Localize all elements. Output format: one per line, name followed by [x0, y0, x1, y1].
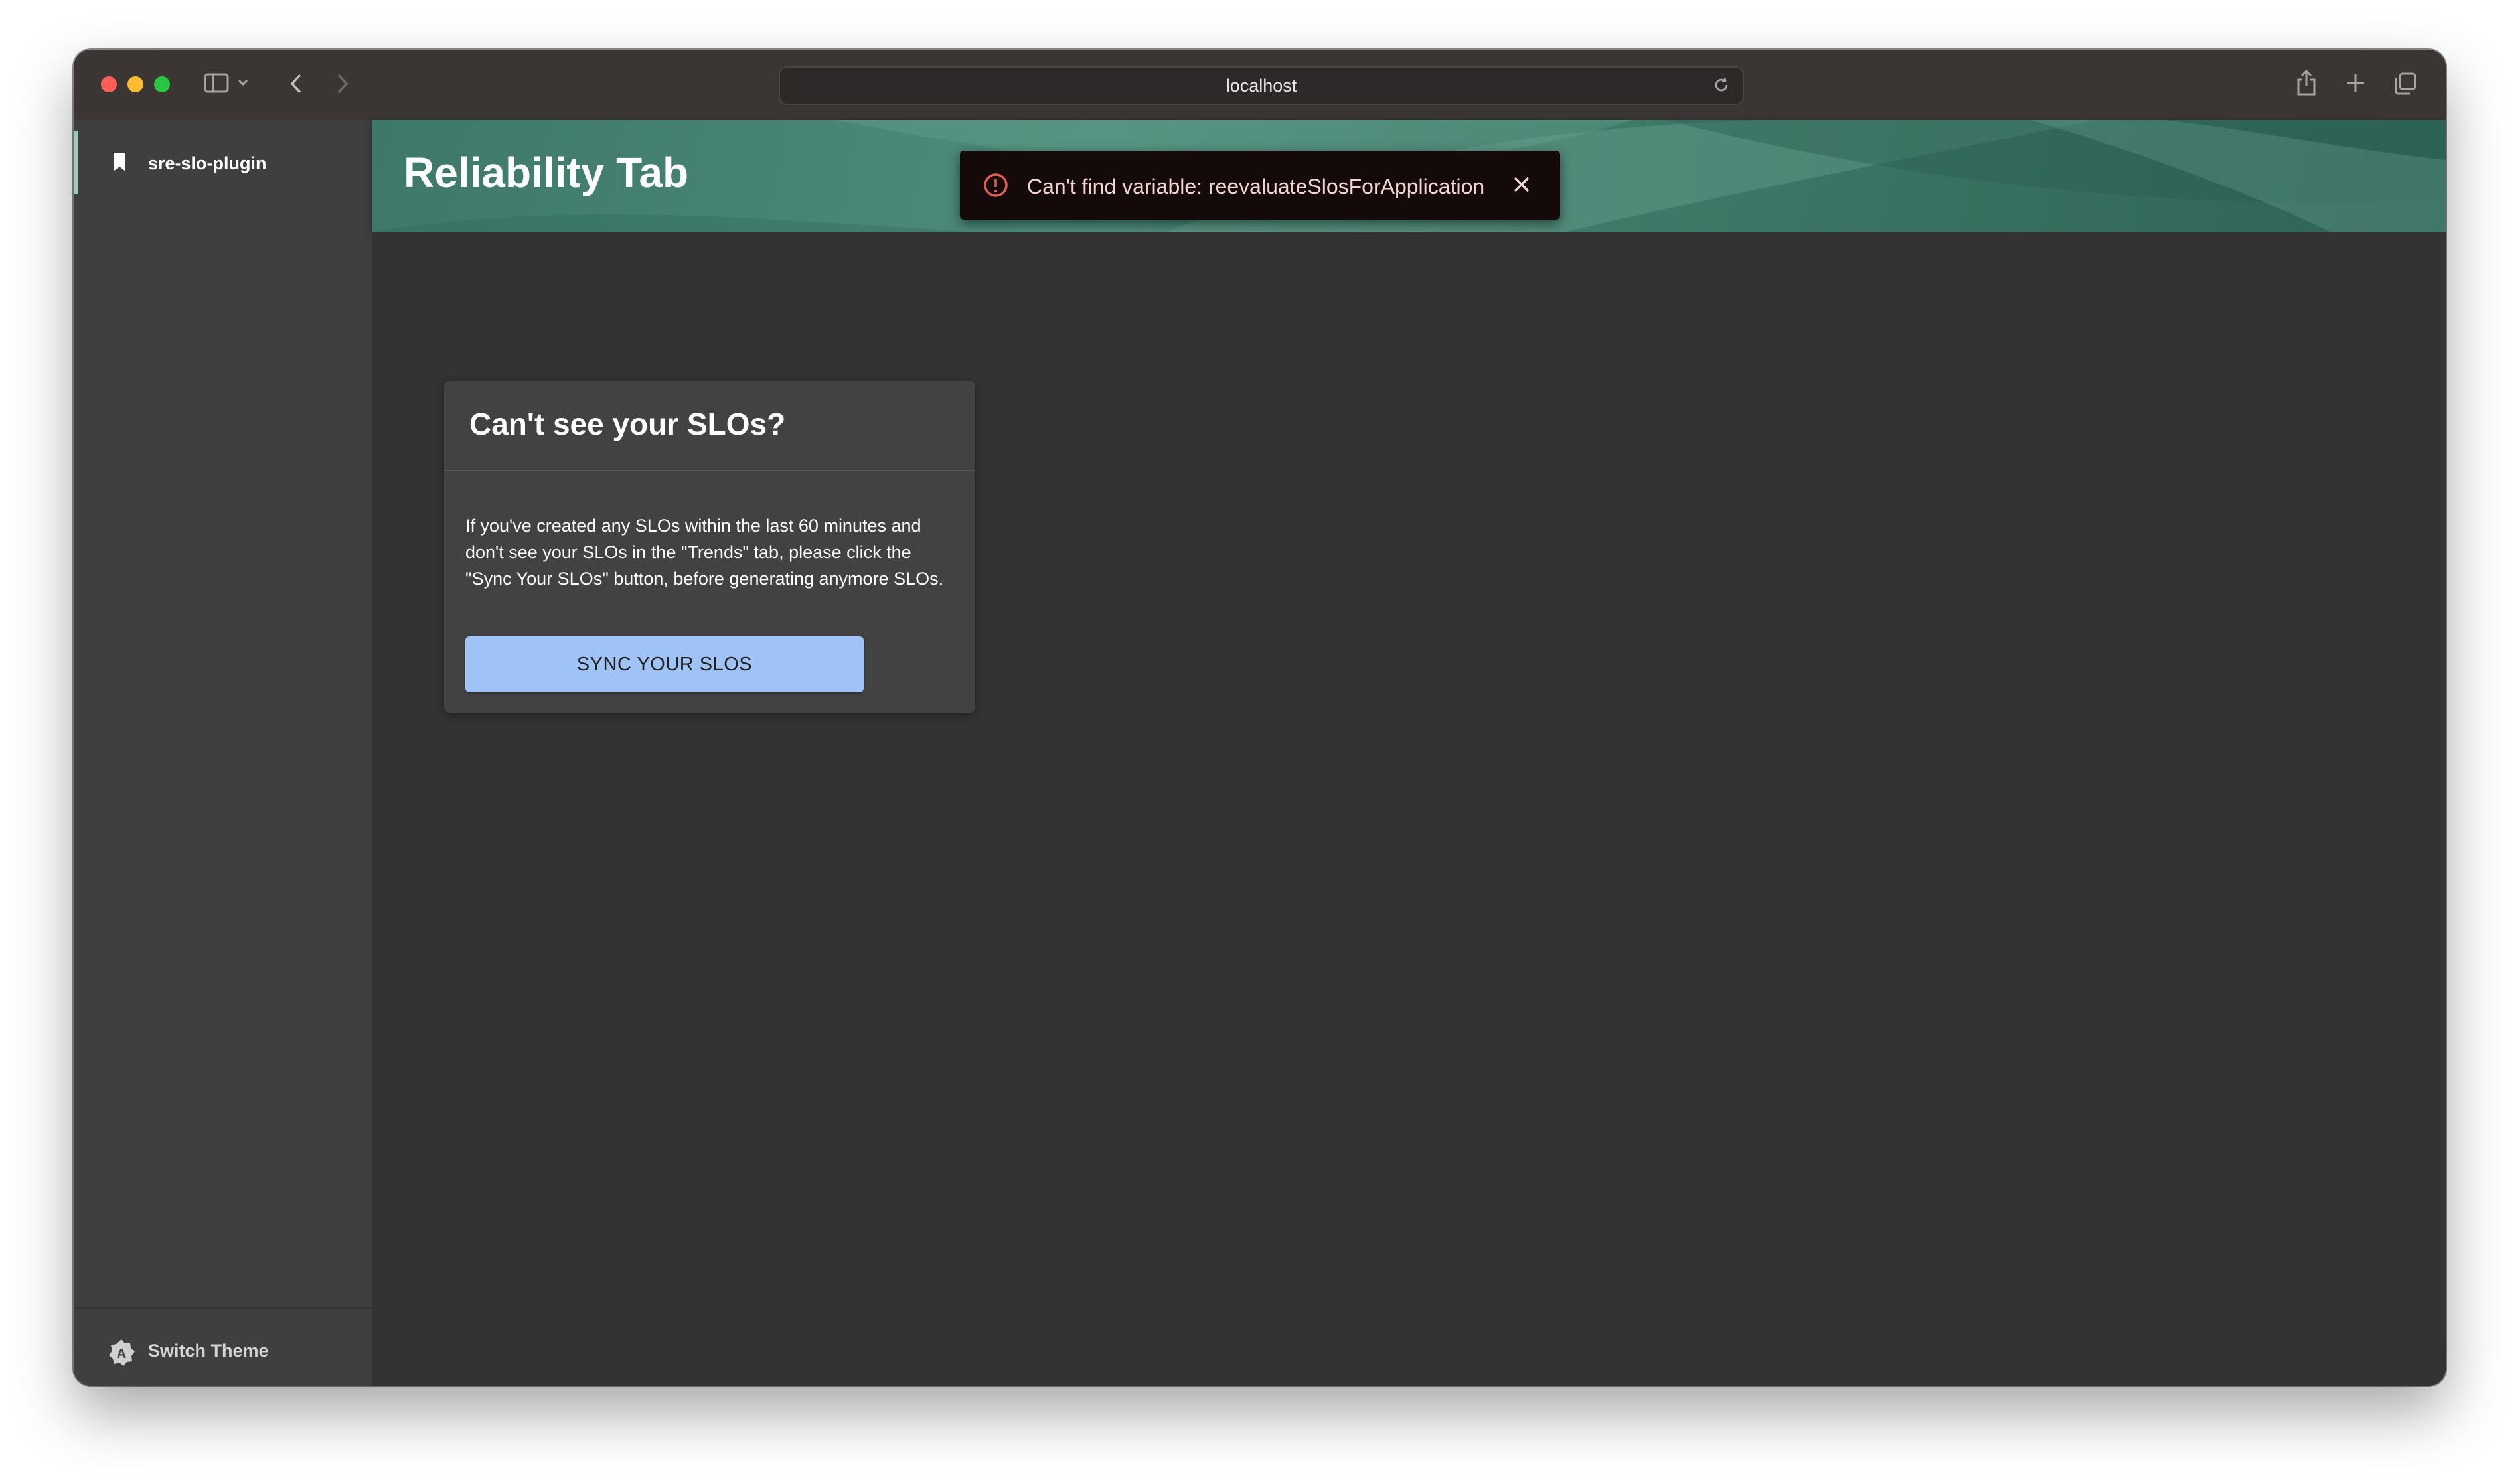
close-icon[interactable] — [1508, 171, 1536, 202]
chevron-down-icon[interactable] — [237, 78, 249, 87]
sidebar-item-sre-slo-plugin[interactable]: sre-slo-plugin — [74, 131, 372, 194]
main-content: Can't see your SLOs? If you've created a… — [372, 232, 2446, 1386]
new-tab-icon[interactable] — [2345, 73, 2365, 93]
close-window-button[interactable] — [101, 76, 117, 92]
toast-message: Can't find variable: reevaluateSlosForAp… — [1027, 175, 1485, 198]
sidebar: sre-slo-plugin A Switch Theme — [74, 120, 372, 1386]
minimize-window-button[interactable] — [127, 76, 143, 92]
sync-slos-card: Can't see your SLOs? If you've created a… — [444, 381, 975, 713]
forward-arrow-icon[interactable] — [335, 72, 350, 95]
sidebar-toggle-icon[interactable] — [204, 72, 229, 94]
share-icon[interactable] — [2296, 68, 2317, 96]
url-text: localhost — [1225, 75, 1297, 96]
address-bar[interactable]: localhost — [779, 66, 1744, 105]
card-title: Can't see your SLOs? — [469, 407, 786, 441]
card-divider — [444, 470, 975, 471]
bookmark-icon — [112, 152, 127, 175]
error-toast: Can't find variable: reevaluateSlosForAp… — [960, 151, 1560, 220]
switch-theme-label: Switch Theme — [148, 1341, 269, 1361]
tab-overview-icon[interactable] — [2393, 72, 2417, 96]
browser-window: localhost sre-slo-plugin A Switch Theme … — [74, 50, 2446, 1386]
svg-text:A: A — [117, 1347, 126, 1361]
sidebar-item-label: sre-slo-plugin — [148, 153, 267, 173]
back-arrow-icon[interactable] — [289, 72, 303, 95]
error-icon — [983, 172, 1009, 202]
active-indicator — [74, 131, 78, 194]
switch-theme-button[interactable]: A Switch Theme — [74, 1307, 372, 1386]
theme-icon: A — [107, 1338, 136, 1371]
sync-slos-button[interactable]: SYNC YOUR SLOS — [465, 636, 864, 692]
page-title: Reliability Tab — [404, 149, 689, 196]
card-description: If you've created any SLOs within the la… — [465, 516, 944, 589]
reload-icon[interactable] — [1712, 76, 1731, 98]
zoom-window-button[interactable] — [154, 76, 170, 92]
browser-toolbar: localhost — [74, 50, 2446, 121]
